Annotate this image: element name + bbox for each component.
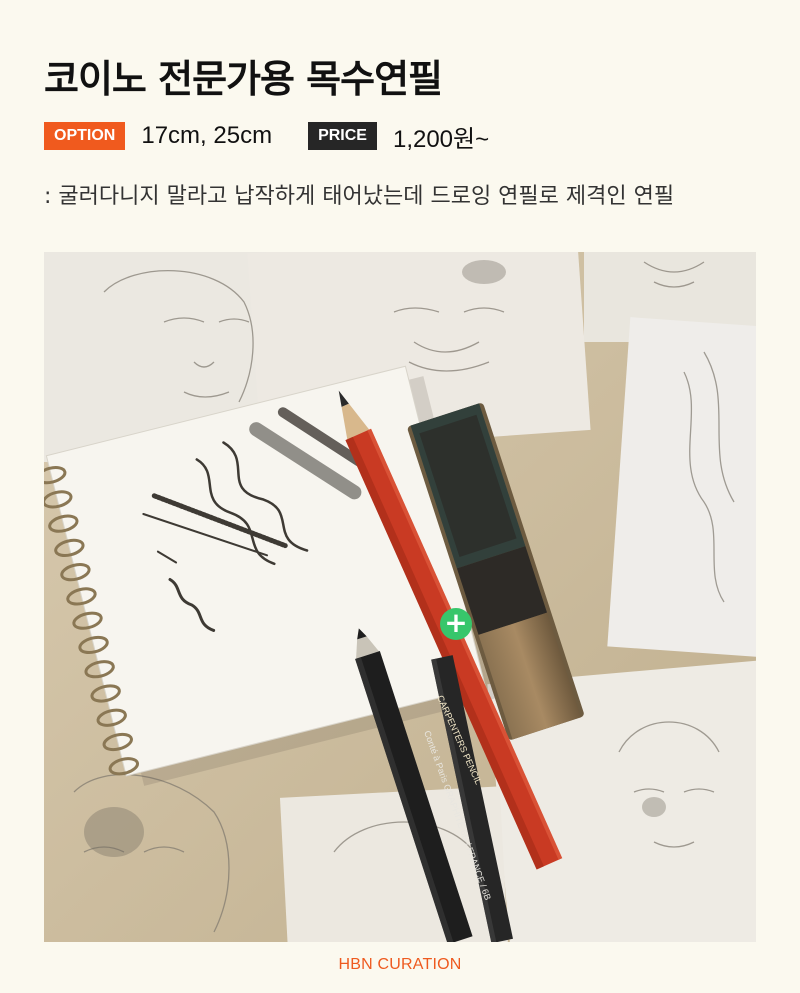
option-value: 17cm, 25cm <box>141 122 273 149</box>
product-meta-row: OPTION 17cm, 25cm PRICE 1,200원~ <box>44 120 525 153</box>
price-badge: PRICE <box>308 122 377 150</box>
product-description: : 굴러다니지 말라고 납작하게 태어났는데 드로잉 연필로 제격인 연필 <box>44 184 675 209</box>
price-value: 1,200원~ <box>392 125 490 153</box>
option-badge: OPTION <box>44 122 126 150</box>
plus-hotspot-button[interactable]: + <box>440 608 472 640</box>
product-photo-illustration: CARPENTERS PENCIL Conté à Paris GRAPHITE… <box>44 252 756 942</box>
product-title: 코이노 전문가용 목수연필 <box>44 57 443 101</box>
product-photo: CARPENTERS PENCIL Conté à Paris GRAPHITE… <box>44 252 756 942</box>
footer-curation-label: HBN CURATION <box>338 956 462 973</box>
